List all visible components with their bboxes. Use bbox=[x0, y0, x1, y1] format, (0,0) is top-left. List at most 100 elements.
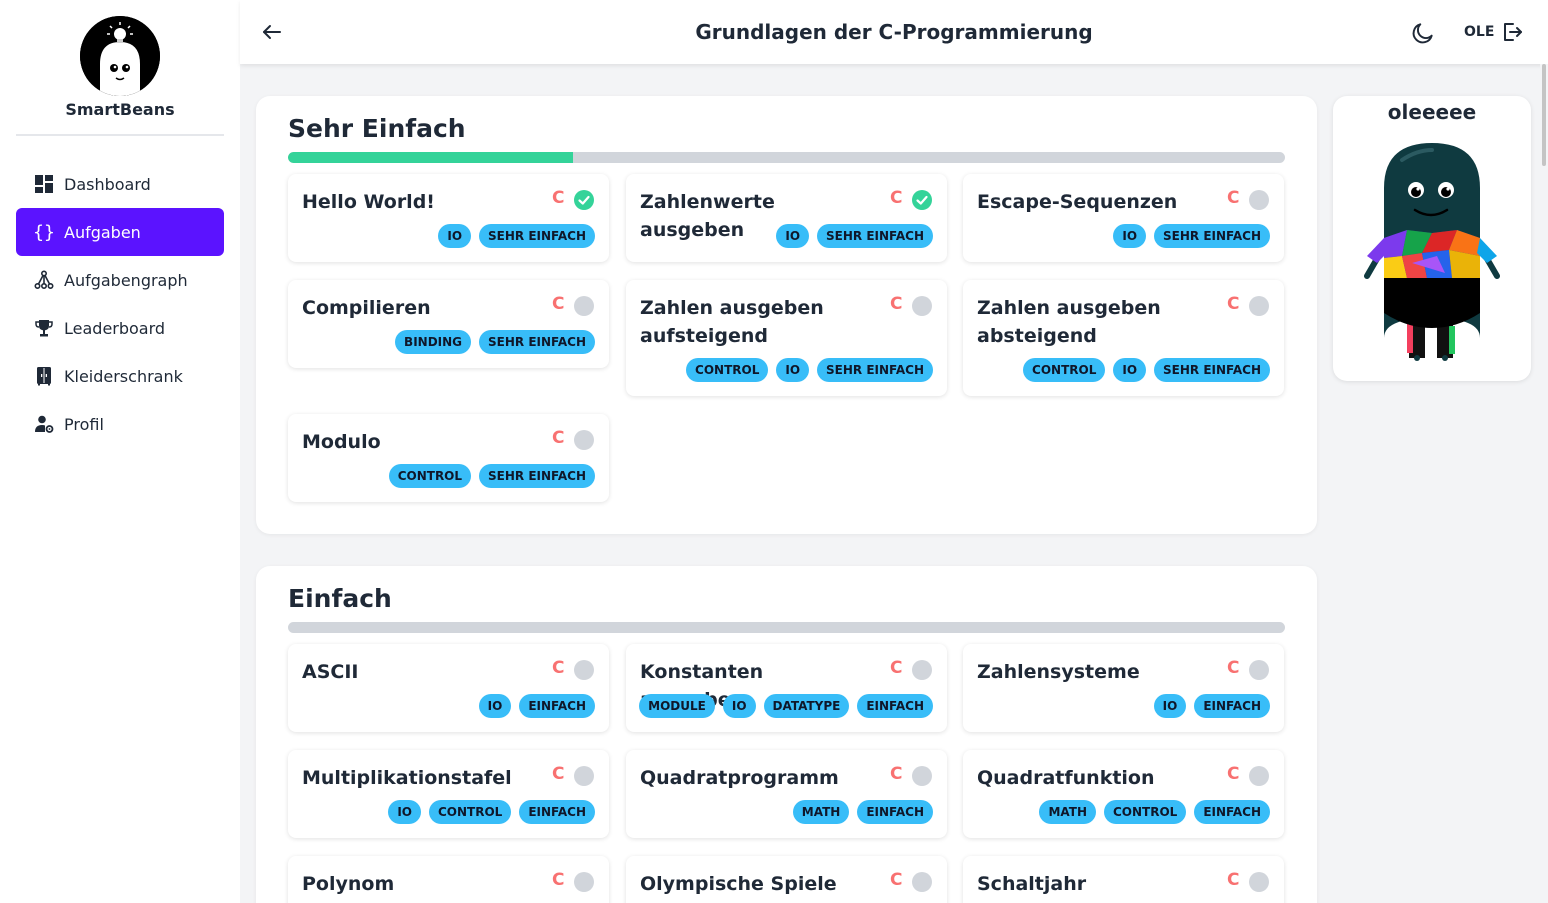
section-title: Einfach bbox=[288, 584, 392, 613]
app-name: SmartBeans bbox=[65, 100, 175, 119]
tag-list: IO CONTROL EINFACH bbox=[388, 800, 595, 824]
language-label: C bbox=[890, 658, 903, 678]
scrollbar-thumb[interactable] bbox=[1542, 64, 1546, 166]
sidebar: SmartBeans Dashboard {} Aufgaben Aufgabe… bbox=[0, 0, 240, 903]
language-label: C bbox=[1227, 658, 1240, 678]
tag-badge: CONTROL bbox=[388, 464, 472, 488]
progress-fill bbox=[288, 152, 574, 163]
section-progress-bar bbox=[288, 152, 1285, 163]
bean-avatar-image bbox=[1364, 143, 1500, 361]
language-label: C bbox=[552, 188, 565, 208]
tag-badge: EINFACH bbox=[519, 694, 595, 718]
tag-badge: IO bbox=[1113, 358, 1147, 382]
language-label: C bbox=[890, 764, 903, 784]
task-card[interactable]: Zahlenwerte ausgeben C IO SEHR EINFACH bbox=[626, 174, 947, 262]
tag-badge: IO bbox=[776, 224, 810, 248]
sidebar-item-label: Dashboard bbox=[64, 174, 151, 194]
logout-icon[interactable] bbox=[1500, 20, 1524, 44]
logo[interactable]: SmartBeans bbox=[0, 16, 240, 119]
tag-badge: SEHR EINFACH bbox=[817, 224, 933, 248]
task-card[interactable]: Zahlen ausgeben absteigend C CONTROL IO SEHR… bbox=[963, 280, 1284, 396]
trophy-icon bbox=[34, 318, 54, 338]
task-card[interactable]: Schaltjahr C bbox=[963, 856, 1284, 903]
tag-badge: EINFACH bbox=[1194, 694, 1270, 718]
section-einfach: Einfach ASCIICIOEINFACHKonstanten ausgeb… bbox=[256, 566, 1317, 903]
tag-list: MODULE IO DATATYPE EINFACH bbox=[639, 694, 933, 718]
task-title: Escape-Sequenzen bbox=[977, 191, 1178, 213]
status-circle-icon bbox=[574, 430, 594, 450]
language-label: C bbox=[1227, 294, 1240, 314]
tag-badge: BINDING bbox=[395, 330, 472, 354]
tag-badge: EINFACH bbox=[857, 800, 933, 824]
language-label: C bbox=[552, 294, 565, 314]
sidebar-item-label: Profil bbox=[64, 414, 104, 434]
sidebar-item-dashboard[interactable]: Dashboard bbox=[16, 160, 224, 208]
status-circle-icon bbox=[912, 766, 932, 786]
sidebar-item-profil[interactable]: Profil bbox=[16, 400, 224, 448]
tag-list: IO EINFACH bbox=[1153, 694, 1270, 718]
task-card[interactable]: Quadratfunktion C MATH CONTROL EINFACH bbox=[963, 750, 1284, 838]
tag-badge: SEHR EINFACH bbox=[479, 330, 595, 354]
tag-badge: EINFACH bbox=[519, 800, 595, 824]
tag-list: IO EINFACH bbox=[478, 694, 595, 718]
task-card[interactable]: Hello World! C IO SEHR EINFACH bbox=[288, 174, 609, 262]
task-card[interactable]: Escape-Sequenzen C IO SEHR EINFACH bbox=[963, 174, 1284, 262]
task-card[interactable]: Multiplikationstafel C IO CONTROL EINFACH bbox=[288, 750, 609, 838]
sidebar-item-aufgabengraph[interactable]: Aufgabengraph bbox=[16, 256, 224, 304]
sidebar-item-aufgaben[interactable]: {} Aufgaben bbox=[16, 208, 224, 256]
language-label: C bbox=[552, 658, 565, 678]
scrollbar[interactable] bbox=[1540, 64, 1548, 903]
dashboard-icon bbox=[34, 174, 54, 194]
language-label: C bbox=[1227, 188, 1240, 208]
task-card[interactable]: Quadratprogramm C MATH EINFACH bbox=[626, 750, 947, 838]
tag-badge: IO bbox=[776, 358, 810, 382]
language-label: C bbox=[890, 188, 903, 208]
tag-badge: CONTROL bbox=[429, 800, 512, 824]
dark-mode-moon-icon[interactable] bbox=[1410, 20, 1436, 46]
tag-list: IO SEHR EINFACH bbox=[438, 224, 595, 248]
status-circle-icon bbox=[1249, 766, 1269, 786]
status-circle-icon bbox=[912, 296, 932, 316]
status-circle-icon bbox=[1249, 660, 1269, 680]
sidebar-divider bbox=[16, 134, 224, 136]
tag-badge: CONTROL bbox=[686, 358, 769, 382]
tag-list: CONTROL SEHR EINFACH bbox=[388, 464, 595, 488]
tag-badge: SEHR EINFACH bbox=[479, 464, 595, 488]
task-card[interactable]: Konstanten ausgebenCMODULEIODATATYPEEINF… bbox=[626, 644, 947, 732]
task-title: Modulo bbox=[302, 431, 381, 453]
task-card[interactable]: Polynom C bbox=[288, 856, 609, 903]
tag-badge: SEHR EINFACH bbox=[479, 224, 595, 248]
sidebar-nav: Dashboard {} Aufgaben Aufgabengraph Lead… bbox=[16, 160, 224, 448]
sidebar-item-kleiderschrank[interactable]: Kleiderschrank bbox=[16, 352, 224, 400]
tag-badge: IO bbox=[438, 224, 472, 248]
language-label: C bbox=[552, 870, 565, 890]
user-name-label[interactable]: OLE bbox=[1464, 24, 1494, 40]
task-title: ASCII bbox=[302, 661, 359, 683]
task-title: Quadratprogramm bbox=[640, 767, 839, 789]
status-circle-icon bbox=[574, 766, 594, 786]
language-label: C bbox=[1227, 870, 1240, 890]
task-card[interactable]: Compilieren C BINDING SEHR EINFACH bbox=[288, 280, 609, 368]
tag-badge: IO bbox=[1113, 224, 1147, 248]
status-circle-icon bbox=[574, 660, 594, 680]
tag-badge: CONTROL bbox=[1104, 800, 1187, 824]
task-title: Polynom bbox=[302, 873, 395, 895]
task-card[interactable]: Olympische Spiele C bbox=[626, 856, 947, 903]
task-card[interactable]: Zahlen ausgeben aufsteigend C CONTROL IO SEH… bbox=[626, 280, 947, 396]
status-circle-icon bbox=[1249, 872, 1269, 892]
task-title: Compilieren bbox=[302, 297, 431, 319]
tag-badge: EINFACH bbox=[857, 694, 933, 718]
language-label: C bbox=[552, 428, 565, 448]
code-braces-icon: {} bbox=[33, 221, 55, 243]
sidebar-item-leaderboard[interactable]: Leaderboard bbox=[16, 304, 224, 352]
sidebar-item-label: Kleiderschrank bbox=[64, 366, 183, 386]
tag-badge: IO bbox=[1153, 694, 1187, 718]
task-card[interactable]: Zahlensysteme C IO EINFACH bbox=[963, 644, 1284, 732]
task-card[interactable]: Modulo C CONTROL SEHR EINFACH bbox=[288, 414, 609, 502]
top-bar: Grundlagen der C-Programmierung OLE bbox=[240, 0, 1548, 64]
language-label: C bbox=[552, 764, 565, 784]
task-title: Zahlen ausgeben aufsteigend bbox=[640, 297, 824, 347]
status-circle-icon bbox=[574, 296, 594, 316]
wardrobe-icon bbox=[34, 366, 54, 386]
task-card[interactable]: ASCII C IO EINFACH bbox=[288, 644, 609, 732]
